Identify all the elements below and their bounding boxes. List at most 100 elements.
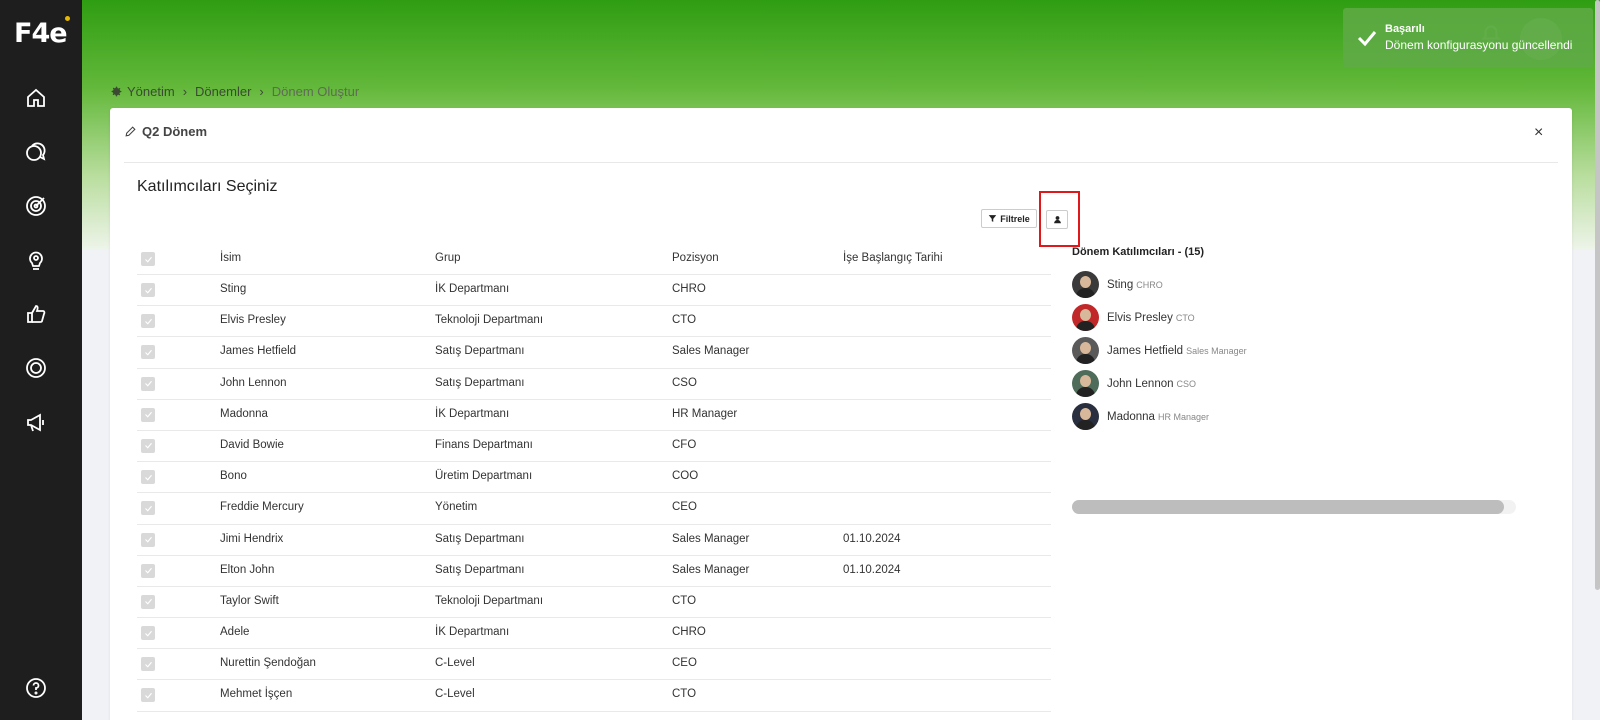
check-icon bbox=[144, 412, 152, 418]
check-icon bbox=[144, 568, 152, 574]
app-logo[interactable]: F4e bbox=[14, 16, 70, 49]
participant-item[interactable]: Sting CHRO bbox=[1072, 268, 1247, 301]
cell-group: İK Departmanı bbox=[435, 407, 510, 420]
filter-button[interactable]: Filtrele bbox=[981, 209, 1037, 228]
home-icon[interactable] bbox=[24, 86, 48, 110]
funnel-icon bbox=[988, 215, 997, 222]
row-checkbox[interactable] bbox=[141, 501, 155, 516]
check-icon bbox=[144, 630, 152, 637]
thumbs-up-icon[interactable] bbox=[24, 302, 48, 326]
table-row[interactable]: David Bowie Finans Departmanı CFO bbox=[137, 431, 1051, 463]
gear-icon bbox=[111, 86, 122, 97]
row-checkbox[interactable] bbox=[141, 688, 155, 703]
check-icon bbox=[144, 318, 152, 325]
participant-avatar bbox=[1072, 304, 1099, 331]
table-row[interactable]: Sting İK Departmanı CHRO bbox=[137, 275, 1051, 307]
table-row[interactable]: Freddie Mercury Yönetim CEO bbox=[137, 493, 1051, 525]
horizontal-scrollbar[interactable] bbox=[1072, 500, 1516, 514]
cell-name: David Bowie bbox=[220, 438, 284, 451]
check-icon bbox=[1357, 31, 1377, 47]
participant-item[interactable]: James Hetfield Sales Manager bbox=[1072, 334, 1247, 367]
period-card: Q2 Dönem × Katılımcıları Seçiniz Filtrel… bbox=[110, 108, 1572, 720]
cell-name: Nurettin Şendoğan bbox=[220, 657, 316, 670]
row-checkbox[interactable] bbox=[141, 314, 155, 329]
participant-avatar bbox=[1072, 370, 1099, 397]
row-checkbox[interactable] bbox=[141, 626, 155, 641]
table-row[interactable]: Bono Üretim Departmanı COO bbox=[137, 462, 1051, 494]
cell-group: Satış Departmanı bbox=[435, 563, 525, 576]
table-row[interactable]: Madonna İK Departmanı HR Manager bbox=[137, 400, 1051, 431]
cell-name: Adele bbox=[220, 626, 250, 639]
cell-position: CHRO bbox=[672, 283, 706, 295]
breadcrumb-item-yonetim[interactable]: Yönetim bbox=[127, 84, 175, 99]
check-icon bbox=[144, 474, 152, 481]
participant-item[interactable]: John Lennon CSO bbox=[1072, 367, 1247, 400]
help-icon[interactable] bbox=[24, 676, 48, 700]
table-row[interactable]: John Lennon Satış Departmanı CSO bbox=[137, 369, 1051, 400]
circle-settings-icon[interactable] bbox=[24, 356, 48, 380]
cell-name: Elton John bbox=[220, 563, 275, 576]
check-icon bbox=[144, 536, 152, 543]
section-title: Katılımcıları Seçiniz bbox=[137, 178, 278, 195]
cell-group: Üretim Departmanı bbox=[435, 470, 533, 483]
participant-avatar bbox=[1072, 337, 1099, 364]
participant-item[interactable]: Elvis Presley CTO bbox=[1072, 301, 1247, 334]
chat-icon[interactable] bbox=[24, 140, 48, 164]
participant-item[interactable]: Madonna HR Manager bbox=[1072, 400, 1247, 433]
megaphone-icon[interactable] bbox=[24, 410, 48, 434]
page-scrollbar[interactable] bbox=[1595, 0, 1600, 590]
participants-title: Dönem Katılımcıları - (15) bbox=[1072, 246, 1205, 258]
table-row[interactable]: Adele İK Departmanı CHRO bbox=[137, 618, 1051, 650]
pencil-icon bbox=[125, 126, 136, 137]
participants-table: İsim Grup Pozisyon İşe Başlangıç Tarihi … bbox=[137, 244, 1051, 712]
column-header-group[interactable]: Grup bbox=[435, 252, 461, 264]
divider bbox=[124, 162, 1558, 163]
cell-position: CTO bbox=[672, 688, 697, 701]
breadcrumb-item-donemler[interactable]: Dönemler bbox=[195, 84, 251, 99]
participant-role: Sales Manager bbox=[1186, 345, 1247, 356]
user-filter-button[interactable] bbox=[1046, 210, 1068, 229]
table-row[interactable]: Elton John Satış Departmanı Sales Manager 0… bbox=[137, 556, 1051, 587]
table-row[interactable]: Taylor Swift Teknoloji Departmanı CTO bbox=[137, 587, 1051, 619]
row-checkbox[interactable] bbox=[141, 376, 155, 391]
cell-position: Sales Manager bbox=[672, 563, 750, 576]
table-row[interactable]: Jimi Hendrix Satış Departmanı Sales Manage… bbox=[137, 525, 1051, 556]
select-all-checkbox[interactable] bbox=[141, 252, 155, 266]
participant-name: Madonna bbox=[1107, 410, 1155, 423]
row-checkbox[interactable] bbox=[141, 345, 155, 360]
cell-name: Mehmet İşçen bbox=[220, 688, 293, 701]
close-button[interactable]: × bbox=[1534, 124, 1543, 142]
cell-position: COO bbox=[672, 470, 699, 483]
scrollbar-thumb[interactable] bbox=[1072, 500, 1504, 514]
table-row[interactable]: Elvis Presley Teknoloji Departmanı CTO bbox=[137, 306, 1051, 338]
row-checkbox[interactable] bbox=[141, 470, 155, 485]
row-checkbox[interactable] bbox=[141, 563, 155, 578]
user-icon bbox=[1053, 216, 1061, 224]
lightbulb-icon[interactable] bbox=[24, 248, 48, 272]
success-toast[interactable]: Başarılı Dönem konfigurasyonu güncellend… bbox=[1343, 8, 1593, 67]
cell-position: CTO bbox=[672, 594, 697, 607]
row-checkbox[interactable] bbox=[141, 438, 155, 453]
cell-position: CEO bbox=[672, 501, 697, 514]
row-checkbox[interactable] bbox=[141, 283, 155, 297]
row-checkbox[interactable] bbox=[141, 407, 155, 422]
table-row[interactable]: Nurettin Şendoğan C-Level CEO bbox=[137, 649, 1051, 681]
column-header-name[interactable]: İsim bbox=[220, 252, 241, 264]
column-header-position[interactable]: Pozisyon bbox=[672, 252, 719, 264]
cell-position: CFO bbox=[672, 438, 697, 451]
row-checkbox[interactable] bbox=[141, 532, 155, 547]
participant-name: Elvis Presley bbox=[1107, 311, 1173, 324]
check-icon bbox=[144, 692, 152, 699]
check-icon bbox=[144, 256, 152, 263]
column-header-start-date[interactable]: İşe Başlangıç Tarihi bbox=[843, 252, 943, 264]
cell-position: Sales Manager bbox=[672, 532, 750, 545]
table-row[interactable]: Mehmet İşçen C-Level CTO bbox=[137, 680, 1051, 712]
cell-group: Satış Departmanı bbox=[435, 532, 525, 545]
check-icon bbox=[144, 380, 152, 387]
row-checkbox[interactable] bbox=[141, 657, 155, 672]
cell-group: C-Level bbox=[435, 688, 475, 701]
table-row[interactable]: James Hetfield Satış Departmanı Sales Mana… bbox=[137, 337, 1051, 369]
row-checkbox[interactable] bbox=[141, 594, 155, 609]
cell-group: Satış Departmanı bbox=[435, 345, 525, 358]
target-icon[interactable] bbox=[24, 194, 48, 218]
